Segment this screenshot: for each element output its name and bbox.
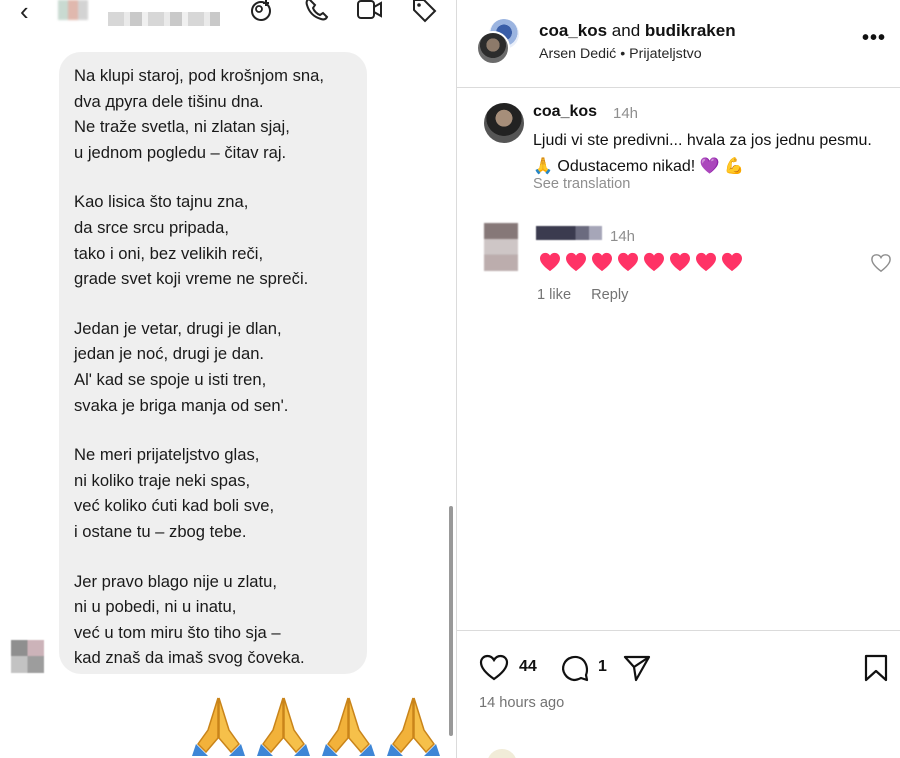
poem-line: ni koliko traje neki spas, bbox=[74, 470, 251, 490]
paper-plane-icon bbox=[623, 655, 651, 682]
avatar bbox=[476, 31, 510, 65]
comment-username[interactable]: coa_kos bbox=[533, 103, 597, 121]
poem-line: svaka je briga manja od sen'. bbox=[74, 395, 289, 415]
poem-line: Al' kad se spoje u isti tren, bbox=[74, 369, 267, 389]
poem-line: Na klupi staroj, pod krošnjom sna, bbox=[74, 66, 324, 85]
avatar[interactable] bbox=[58, 0, 88, 20]
avatar[interactable] bbox=[484, 223, 518, 271]
comment-text bbox=[539, 252, 743, 272]
comment-time: 14h bbox=[610, 228, 636, 245]
chat-contact-name[interactable] bbox=[108, 12, 220, 26]
chat-pane: ‹ Na klupi staroj, pod krošnjom sna, dva… bbox=[0, 0, 456, 758]
avatar[interactable] bbox=[484, 103, 524, 143]
folded-hands-icon bbox=[257, 697, 310, 756]
post-header: coa_kos and budikraken Arsen Dedić • Pri… bbox=[457, 0, 900, 88]
red-heart-icon bbox=[540, 252, 560, 272]
collab-avatars[interactable] bbox=[475, 17, 523, 67]
poem-stanza: Na klupi staroj, pod krošnjom sna, dva д… bbox=[74, 63, 367, 165]
red-heart-icon bbox=[722, 252, 742, 272]
tag-icon[interactable] bbox=[410, 0, 438, 24]
poem-line: tako i oni, bez velikih reči, bbox=[74, 243, 264, 263]
phone-icon[interactable] bbox=[302, 0, 330, 24]
likes-count[interactable]: 44 bbox=[519, 658, 537, 676]
reaction-emoji-row bbox=[190, 694, 450, 758]
red-heart-icon bbox=[566, 252, 586, 272]
sender-avatar[interactable] bbox=[11, 640, 44, 673]
heart-outline-icon bbox=[479, 654, 509, 681]
poem-stanza: Jedan je vetar, drugi je dlan, jedan je … bbox=[74, 316, 367, 418]
chat-header: ‹ bbox=[0, 0, 456, 34]
red-heart-icon bbox=[670, 252, 690, 272]
poem-line: Ne traže svetla, ni zlatan sjaj, bbox=[74, 117, 290, 137]
poem-line: ni u pobedi, ni u inatu, bbox=[74, 597, 237, 617]
red-heart-icon bbox=[644, 252, 664, 272]
author-link[interactable]: budikraken bbox=[645, 21, 736, 40]
more-options-icon[interactable]: ••• bbox=[862, 28, 886, 48]
poem-line: u jednom pogledu – čitav raj. bbox=[74, 142, 287, 162]
poem-line: Jedan je vetar, drugi je dlan, bbox=[74, 318, 282, 338]
comments-count[interactable]: 1 bbox=[598, 658, 607, 676]
likes-count-link[interactable]: 1 like bbox=[537, 287, 571, 303]
poem-line: Ne meri prijateljstvo glas, bbox=[74, 445, 260, 465]
add-participant-icon[interactable] bbox=[248, 0, 276, 24]
poem-line: grade svet koji vreme ne spreči. bbox=[74, 269, 309, 289]
comment-time: 14h bbox=[613, 105, 639, 122]
share-button[interactable] bbox=[622, 653, 652, 683]
post-time-ago[interactable]: 14 hours ago bbox=[479, 695, 564, 711]
folded-hands-icon bbox=[192, 697, 245, 756]
poem-line: Jer pravo blago nije u zlatu, bbox=[74, 571, 277, 591]
poem-stanza: Kao lisica što tajnu zna, da srce srcu p… bbox=[74, 189, 367, 291]
poem-line: dva друга dele tišinu dna. bbox=[74, 91, 264, 111]
comment-bubble-icon bbox=[562, 655, 589, 682]
and-text: and bbox=[611, 21, 641, 40]
folded-hands-icon bbox=[387, 697, 440, 756]
red-heart-icon bbox=[696, 252, 716, 272]
post-authors: coa_kos and budikraken bbox=[539, 21, 736, 41]
video-icon[interactable] bbox=[356, 0, 384, 24]
avatar bbox=[487, 749, 517, 758]
scrollbar[interactable] bbox=[449, 506, 453, 736]
poem-line: kad znaš da imaš svog čoveka. bbox=[74, 648, 305, 668]
post-actions: 44 1 14 hours ago bbox=[457, 630, 900, 758]
save-button[interactable] bbox=[861, 653, 891, 683]
audio-subtitle[interactable]: Arsen Dedić • Prijateljstvo bbox=[539, 46, 702, 62]
poem-stanza: Ne meri prijateljstvo glas, ni koliko tr… bbox=[74, 442, 367, 544]
poem-line: da srce srcu pripada, bbox=[74, 217, 229, 237]
poem-line: jedan je noć, drugi je dan. bbox=[74, 344, 265, 364]
comment-text: Ljudi vi ste predivni... hvala za jos je… bbox=[533, 132, 872, 175]
red-heart-icon bbox=[592, 252, 612, 272]
comment-username[interactable] bbox=[536, 226, 602, 240]
comment-meta: 1 like Reply bbox=[537, 287, 628, 303]
message-bubble[interactable]: Na klupi staroj, pod krošnjom sna, dva д… bbox=[59, 52, 367, 674]
poem-line: već u tom miru što tiho sja – bbox=[74, 622, 281, 642]
post-pane: coa_kos and budikraken Arsen Dedić • Pri… bbox=[457, 0, 900, 758]
comment-button[interactable] bbox=[560, 653, 590, 683]
bookmark-icon bbox=[864, 654, 888, 682]
poem-line: Kao lisica što tajnu zna, bbox=[74, 192, 249, 212]
poem-stanza: Jer pravo blago nije u zlatu, ni u pobed… bbox=[74, 569, 367, 671]
red-heart-icon bbox=[618, 252, 638, 272]
author-link[interactable]: coa_kos bbox=[539, 21, 607, 40]
like-button[interactable] bbox=[479, 653, 509, 683]
poem-line: i ostane tu – zbog tebe. bbox=[74, 521, 247, 541]
see-translation-link[interactable]: See translation bbox=[533, 176, 630, 192]
poem-line: već koliko ćuti kad boli sve, bbox=[74, 496, 275, 516]
heart-outline-icon[interactable] bbox=[870, 253, 892, 273]
reply-button[interactable]: Reply bbox=[591, 287, 628, 303]
folded-hands-icon bbox=[322, 697, 375, 756]
chevron-left-icon[interactable]: ‹ bbox=[20, 0, 29, 24]
